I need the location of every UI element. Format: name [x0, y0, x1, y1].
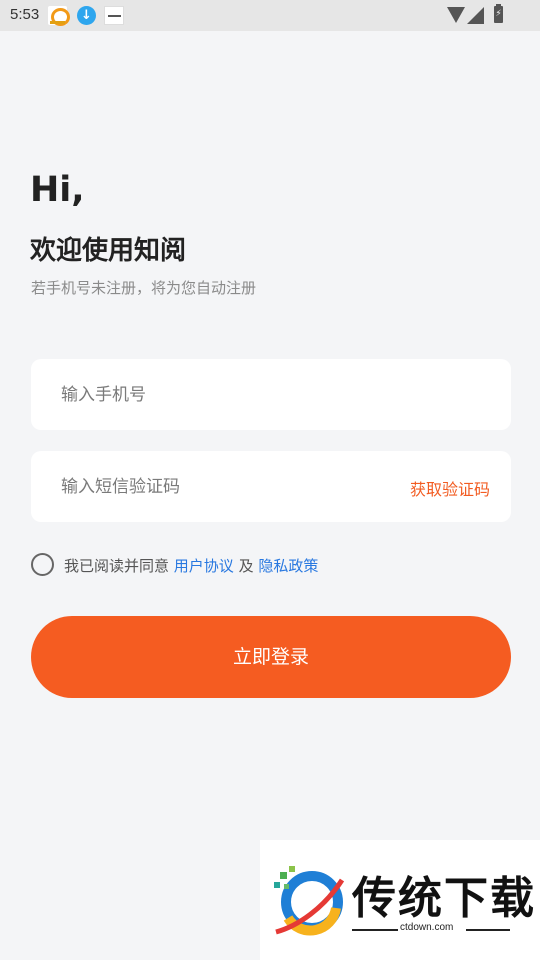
- status-time: 5:53: [10, 6, 40, 23]
- download-icon: [77, 6, 96, 25]
- watermark-logo: [274, 866, 345, 936]
- privacy-policy-link[interactable]: 隐私政策: [258, 557, 318, 575]
- login-button[interactable]: 立即登录: [31, 616, 511, 698]
- page-title: 欢迎使用知阅: [30, 236, 187, 266]
- watermark-divider: [352, 929, 398, 931]
- watermark-url: ctdown.com: [400, 922, 454, 933]
- agreement-text: 我已阅读并同意 用户协议 及 隐私政策: [64, 555, 318, 576]
- agreement-and: 及: [233, 557, 259, 575]
- signal-icon: [467, 7, 484, 24]
- phone-input[interactable]: [61, 359, 391, 430]
- phone-field-container: [31, 359, 511, 430]
- page-subtitle: 若手机号未注册，将为您自动注册: [31, 279, 257, 297]
- get-code-button[interactable]: 获取验证码: [410, 476, 490, 500]
- watermark-divider: [466, 929, 510, 931]
- app-notification-icon: [48, 6, 70, 26]
- sms-code-input[interactable]: [61, 451, 391, 522]
- user-agreement-link[interactable]: 用户协议: [174, 557, 234, 575]
- battery-charging-icon: [494, 4, 503, 23]
- app-notification-icon: [104, 6, 124, 25]
- greeting-hi: Hi,: [30, 170, 85, 210]
- agreement-checkbox[interactable]: [31, 553, 54, 576]
- wifi-icon: [447, 7, 465, 23]
- watermark-title: 传统下载: [352, 873, 536, 924]
- agreement-prefix: 我已阅读并同意: [64, 557, 174, 575]
- status-bar: 5:53: [0, 0, 540, 31]
- code-field-container: 获取验证码: [31, 451, 511, 522]
- watermark: 传统下载 ctdown.com: [260, 840, 540, 960]
